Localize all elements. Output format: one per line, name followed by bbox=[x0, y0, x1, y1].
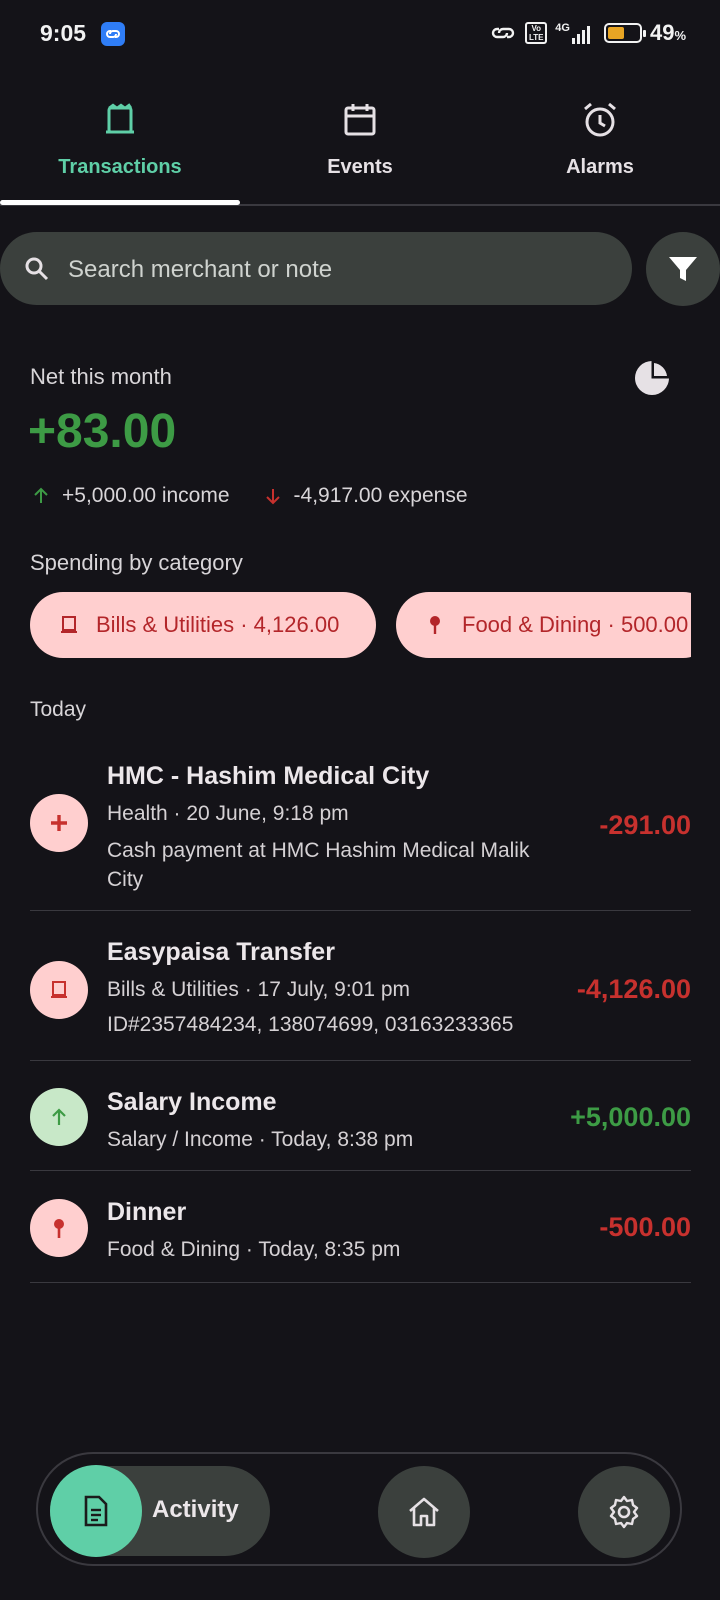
volte-icon: Vo LTE bbox=[525, 22, 548, 44]
transaction-note: Cash payment at HMC Hashim Medical Malik… bbox=[107, 839, 530, 891]
alarm-clock-icon bbox=[584, 102, 616, 137]
net-value: +83.00 bbox=[28, 405, 177, 458]
category-chips: Bills & Utilities · 4,126.00 Food & Dini… bbox=[30, 592, 691, 658]
receipt-icon bbox=[51, 981, 67, 998]
transaction-amount: +5,000.00 bbox=[570, 1102, 691, 1132]
filter-icon bbox=[669, 257, 697, 281]
nav-activity-label: Activity bbox=[152, 1496, 239, 1523]
pie-chart-button[interactable] bbox=[632, 358, 672, 398]
transaction-meta: Bills & Utilities · 17 July, 9:01 pm bbox=[107, 978, 411, 1001]
transaction-meta: Salary / Income · Today, 8:38 pm bbox=[107, 1128, 414, 1151]
chip-label: Food & Dining · 500.00 bbox=[462, 612, 689, 637]
nav-settings-button[interactable] bbox=[578, 1466, 670, 1558]
search-input[interactable] bbox=[66, 232, 610, 307]
battery-percent: 49% bbox=[649, 20, 686, 45]
status-bar: 9:05 Vo LTE 4G 49% bbox=[0, 0, 720, 70]
signal-icon: 4G bbox=[555, 22, 590, 44]
section-header-today: Today bbox=[30, 698, 87, 721]
hotspot-icon bbox=[492, 27, 515, 39]
transaction-row[interactable]: Salary Income Salary / Income · Today, 8… bbox=[30, 1060, 691, 1171]
transaction-name: HMC - Hashim Medical City bbox=[107, 762, 430, 790]
activity-icon-circle bbox=[50, 1465, 142, 1557]
home-icon bbox=[409, 1497, 439, 1527]
pie-chart-icon bbox=[635, 360, 670, 395]
nav-home-button[interactable] bbox=[378, 1466, 470, 1558]
category-avatar bbox=[30, 794, 88, 852]
receipt-icon bbox=[106, 103, 134, 134]
transaction-name: Dinner bbox=[107, 1198, 187, 1226]
pin-icon bbox=[54, 1219, 64, 1238]
category-avatar bbox=[30, 1088, 88, 1146]
transaction-meta: Food & Dining · Today, 8:35 pm bbox=[107, 1238, 401, 1261]
transaction-amount: -500.00 bbox=[599, 1212, 691, 1242]
search-icon bbox=[25, 257, 49, 281]
receipt-icon bbox=[61, 616, 77, 633]
chip-bills-utilities[interactable]: Bills & Utilities · 4,126.00 bbox=[30, 592, 376, 658]
category-avatar bbox=[30, 1199, 88, 1257]
transaction-row[interactable]: Easypaisa Transfer Bills & Utilities · 1… bbox=[30, 910, 691, 1061]
nav-activity-button[interactable]: Activity bbox=[50, 1465, 270, 1557]
category-avatar bbox=[30, 961, 88, 1019]
transaction-meta: Health · 20 June, 9:18 pm bbox=[107, 802, 349, 825]
status-icons: Vo LTE 4G 49% bbox=[489, 20, 686, 46]
plus-icon bbox=[51, 815, 67, 831]
tab-transactions[interactable]: Transactions bbox=[0, 90, 240, 205]
link-app-icon bbox=[101, 22, 125, 46]
chip-food-dining[interactable]: Food & Dining · 500.00 bbox=[396, 592, 691, 658]
tab-label: Events bbox=[327, 156, 393, 178]
net-label: Net this month bbox=[30, 364, 172, 389]
transaction-row[interactable]: HMC - Hashim Medical City Health · 20 Ju… bbox=[30, 744, 691, 911]
pin-icon bbox=[430, 616, 440, 634]
tab-label: Transactions bbox=[58, 156, 182, 178]
top-tabs: Transactions Events Alarms bbox=[0, 90, 720, 206]
bottom-nav: Activity bbox=[36, 1452, 682, 1566]
income-text: +5,000.00 income bbox=[62, 484, 230, 507]
transaction-name: Easypaisa Transfer bbox=[107, 938, 335, 966]
filter-button[interactable] bbox=[646, 232, 720, 306]
spending-label: Spending by category bbox=[30, 550, 243, 575]
tab-events[interactable]: Events bbox=[240, 90, 480, 202]
tab-label: Alarms bbox=[566, 156, 634, 178]
chip-label: Bills & Utilities · 4,126.00 bbox=[96, 612, 340, 637]
calendar-icon bbox=[344, 104, 376, 136]
arrow-up-icon bbox=[52, 1108, 66, 1125]
expense-text: -4,917.00 expense bbox=[293, 484, 468, 507]
network-type: 4G bbox=[555, 22, 570, 34]
battery-icon bbox=[603, 23, 646, 43]
tab-alarms[interactable]: Alarms bbox=[480, 90, 720, 202]
transaction-name: Salary Income bbox=[107, 1088, 277, 1116]
document-icon bbox=[84, 1495, 108, 1527]
income-expense-row: +5,000.00 income -4,917.00 expense bbox=[30, 484, 468, 508]
tab-indicator bbox=[0, 200, 240, 205]
transaction-amount: -291.00 bbox=[599, 810, 691, 840]
search-bar bbox=[0, 232, 632, 307]
arrow-down-icon bbox=[265, 489, 280, 505]
arrow-up-icon bbox=[34, 487, 48, 503]
gear-icon bbox=[609, 1495, 639, 1529]
transaction-note: ID#2357484234, 138074699, 03163233365 bbox=[107, 1013, 514, 1036]
transaction-amount: -4,126.00 bbox=[576, 974, 691, 1004]
status-time: 9:05 bbox=[40, 20, 87, 46]
transaction-row[interactable]: Dinner Food & Dining · Today, 8:35 pm -5… bbox=[30, 1170, 691, 1283]
volte-text: Vo LTE bbox=[529, 24, 544, 42]
